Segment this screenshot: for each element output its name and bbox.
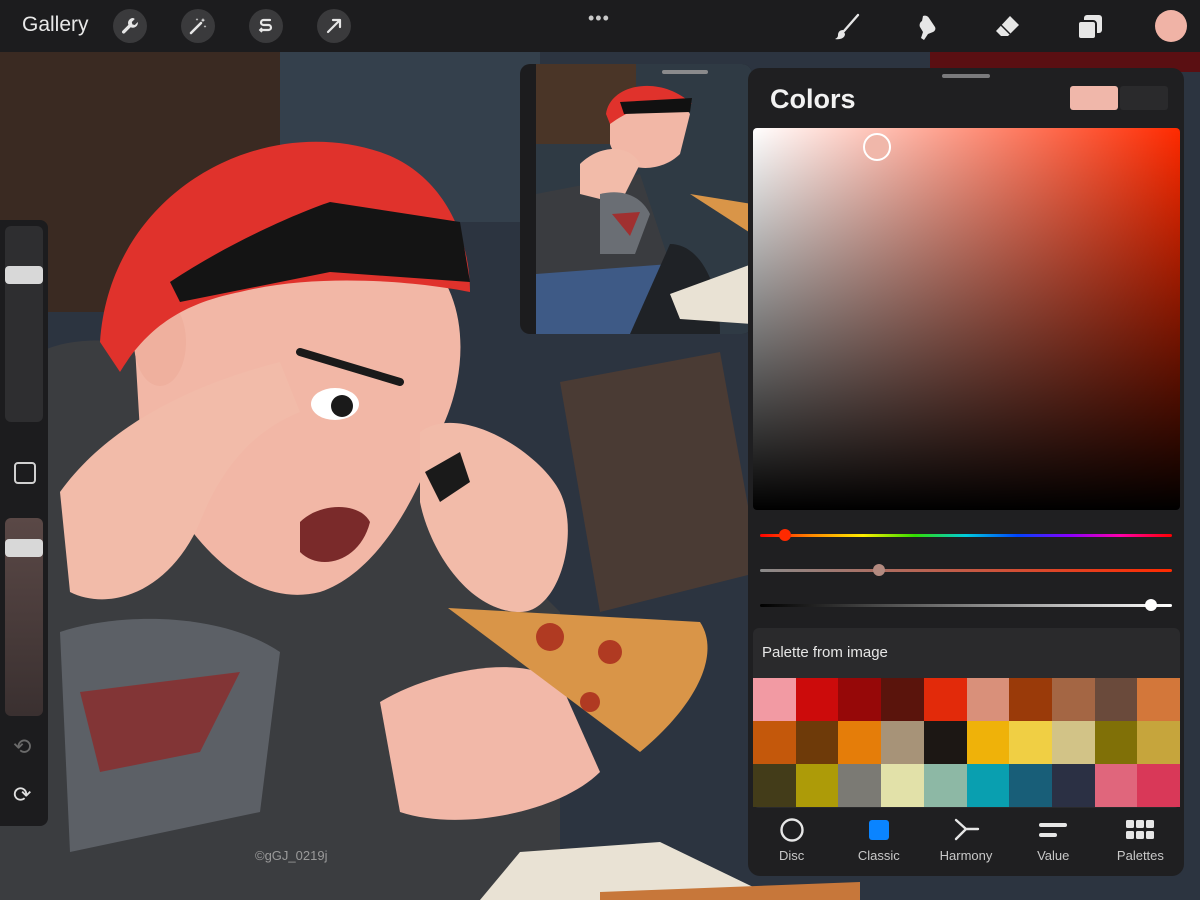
current-color-button[interactable] xyxy=(1155,10,1187,42)
tab-label: Classic xyxy=(857,848,900,863)
palette-swatch[interactable] xyxy=(795,721,839,764)
gallery-button[interactable]: Gallery xyxy=(22,13,89,37)
palette-swatch[interactable] xyxy=(923,764,967,807)
reference-window[interactable] xyxy=(520,64,752,334)
wrench-icon[interactable] xyxy=(113,9,147,43)
undo-icon[interactable]: ⟲ xyxy=(13,734,31,760)
palette-swatch[interactable] xyxy=(923,678,967,721)
opacity-handle[interactable] xyxy=(5,538,43,557)
brightness-slider[interactable] xyxy=(760,599,1172,611)
palette-swatch[interactable] xyxy=(1094,678,1138,721)
brush-size-handle[interactable] xyxy=(5,266,43,284)
palette-swatch[interactable] xyxy=(838,678,882,721)
brush-icon[interactable] xyxy=(830,10,864,44)
top-toolbar: Gallery ••• xyxy=(0,0,1200,52)
layers-icon[interactable] xyxy=(1073,10,1107,44)
tab-label: Disc xyxy=(778,848,805,863)
tab-label: Harmony xyxy=(939,848,993,863)
palette-swatch[interactable] xyxy=(1051,721,1095,764)
palette-title: Palette from image xyxy=(762,644,888,661)
current-color-swatch[interactable] xyxy=(1070,86,1118,110)
palettes-grid-icon xyxy=(1126,816,1155,844)
tab-disc[interactable]: Disc xyxy=(748,816,835,870)
palette-swatch[interactable] xyxy=(753,764,796,807)
tab-label: Value xyxy=(1037,848,1070,863)
palette-swatch[interactable] xyxy=(881,721,924,764)
colors-panel: Colors Palette from image Disc Classic H… xyxy=(748,68,1184,876)
palette-swatch[interactable] xyxy=(1051,764,1095,807)
tab-label: Palettes xyxy=(1116,848,1164,863)
palette-swatch[interactable] xyxy=(795,678,839,721)
panel-title: Colors xyxy=(770,84,856,114)
more-options-icon[interactable]: ••• xyxy=(588,8,610,29)
palette-swatch[interactable] xyxy=(881,678,924,721)
transform-arrow-icon[interactable] xyxy=(317,9,351,43)
palette-swatch[interactable] xyxy=(923,721,967,764)
saturation-knob[interactable] xyxy=(873,564,886,576)
artist-signature: ©gGJ_0219j xyxy=(255,848,328,863)
palette-swatch[interactable] xyxy=(966,678,1010,721)
palette-swatch[interactable] xyxy=(838,721,882,764)
value-sliders-icon xyxy=(1038,816,1068,844)
disc-icon xyxy=(779,816,805,844)
tab-harmony[interactable]: Harmony xyxy=(922,816,1009,870)
palette-swatch[interactable] xyxy=(1137,721,1180,764)
tab-palettes[interactable]: Palettes xyxy=(1097,816,1184,870)
saturation-slider[interactable] xyxy=(760,564,1172,576)
magic-wand-icon[interactable] xyxy=(181,9,215,43)
left-sidebar: ⟲ ⟳ xyxy=(0,220,48,826)
brush-size-slider[interactable] xyxy=(5,226,43,422)
tab-classic[interactable]: Classic xyxy=(835,816,922,870)
palette-swatch[interactable] xyxy=(966,764,1010,807)
palette-swatch[interactable] xyxy=(1009,764,1052,807)
hue-slider[interactable] xyxy=(760,529,1172,541)
palette-swatch[interactable] xyxy=(881,764,924,807)
hue-knob[interactable] xyxy=(778,529,791,541)
smudge-icon[interactable] xyxy=(908,10,942,44)
palette-grid xyxy=(753,678,1180,807)
palette-swatch[interactable] xyxy=(966,721,1010,764)
reference-grab-handle[interactable] xyxy=(662,70,708,74)
selection-icon[interactable] xyxy=(249,9,283,43)
color-picker-handle[interactable] xyxy=(862,133,891,162)
palette-swatch[interactable] xyxy=(1094,721,1138,764)
eraser-icon[interactable] xyxy=(990,10,1024,44)
tab-value[interactable]: Value xyxy=(1010,816,1097,870)
harmony-icon xyxy=(952,816,980,844)
color-mode-tabs: Disc Classic Harmony Value Palettes xyxy=(748,816,1184,870)
previous-color-swatch[interactable] xyxy=(1120,86,1168,110)
palette-swatch[interactable] xyxy=(753,678,796,721)
palette-swatch[interactable] xyxy=(1009,721,1052,764)
modify-button-icon[interactable] xyxy=(14,462,36,484)
palette-section: Palette from image xyxy=(753,628,1180,808)
palette-swatch[interactable] xyxy=(1051,678,1095,721)
palette-swatch[interactable] xyxy=(838,764,882,807)
saturation-brightness-picker[interactable] xyxy=(753,128,1180,510)
redo-icon[interactable]: ⟳ xyxy=(13,782,31,808)
panel-grab-handle[interactable] xyxy=(942,74,990,78)
palette-swatch[interactable] xyxy=(1009,678,1052,721)
classic-square-icon xyxy=(868,816,890,844)
brightness-knob[interactable] xyxy=(1145,599,1158,611)
palette-swatch[interactable] xyxy=(795,764,839,807)
palette-swatch[interactable] xyxy=(753,721,796,764)
palette-swatch[interactable] xyxy=(1094,764,1138,807)
palette-swatch[interactable] xyxy=(1137,678,1180,721)
reference-image xyxy=(536,64,752,334)
palette-swatch[interactable] xyxy=(1137,764,1180,807)
